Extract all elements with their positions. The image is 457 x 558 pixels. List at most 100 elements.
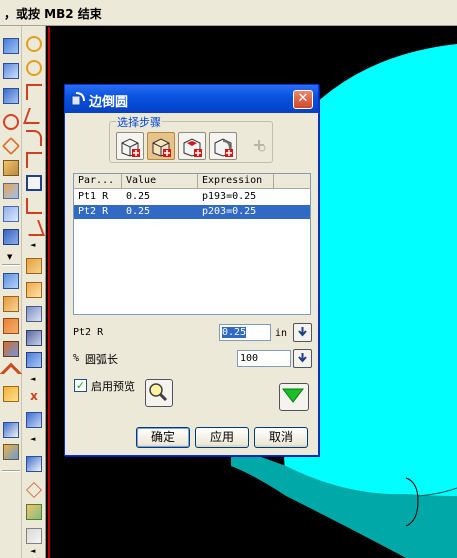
toolbar-expand-icon[interactable]: ▼	[7, 254, 12, 261]
datum-tool-icon[interactable]	[26, 412, 42, 428]
radius-input[interactable]: 0.25	[219, 324, 271, 341]
blend-tool-icon[interactable]	[3, 183, 19, 199]
dialog-title: 边倒圆	[89, 95, 129, 110]
step-stop-short-button[interactable]	[209, 132, 237, 160]
toolbar-separator	[2, 264, 20, 266]
prompt-bar: ，或按 MB2 结束	[0, 0, 457, 26]
preview-checkbox[interactable]: ✓	[74, 379, 87, 392]
fillet-curve-icon[interactable]	[26, 130, 42, 146]
column-header-param[interactable]: Par...	[74, 174, 122, 188]
offset-tool-icon[interactable]	[3, 318, 19, 334]
toolbar-expand-icon[interactable]: ◄	[30, 548, 35, 555]
line-tool-icon[interactable]	[26, 84, 42, 100]
overflow-icon	[254, 140, 266, 152]
close-icon: ✕	[297, 91, 309, 106]
prompt-text: ，或按 MB2 结束	[4, 7, 102, 21]
step-overflow-button	[250, 136, 270, 156]
cell-expression: p203=0.25	[202, 206, 257, 217]
radius-value: 0.25	[222, 327, 247, 338]
close-button[interactable]: ✕	[293, 90, 313, 109]
offset-curve-icon[interactable]	[26, 198, 42, 214]
arc-length-input[interactable]: 100	[237, 350, 291, 367]
rectangle-tool-icon[interactable]	[26, 175, 42, 191]
cell-value: 0.25	[126, 206, 151, 217]
pad-tool-icon[interactable]	[3, 160, 19, 176]
thicken-tool-icon[interactable]	[3, 444, 19, 460]
extrude-tool-icon[interactable]	[3, 206, 19, 222]
arrow-down-icon	[298, 327, 307, 337]
arc-length-options-button[interactable]	[293, 349, 312, 368]
left-toolbar-primary: ▼	[0, 26, 23, 558]
sew-tool-icon[interactable]	[3, 341, 19, 357]
layer-tool-icon[interactable]	[26, 528, 42, 544]
trim-tool-icon[interactable]	[3, 296, 19, 312]
viewport-border	[48, 27, 50, 558]
cancel-button[interactable]: 取消	[254, 427, 308, 448]
arc-tool-icon[interactable]	[26, 60, 42, 76]
cell-value: 0.25	[126, 191, 151, 202]
sweep-tool-icon[interactable]	[3, 229, 19, 245]
column-header-value[interactable]: Value	[122, 174, 198, 188]
cross-point-icon[interactable]: x	[26, 388, 42, 404]
preview-label: 启用预览	[91, 380, 135, 393]
radius-options-button[interactable]	[293, 323, 312, 342]
sheet-tool-icon[interactable]	[3, 63, 19, 79]
edge-blend-dialog: 边倒圆 ✕ 选择步骤 Par... Value Expression Pt1 R…	[64, 84, 319, 456]
toolbar-expand-icon[interactable]: ◄	[30, 376, 35, 383]
chamfer-curve-icon[interactable]	[26, 152, 42, 168]
check-icon: ✓	[75, 379, 86, 392]
bridge-curve-icon[interactable]	[23, 220, 45, 236]
radius-unit: in	[275, 328, 288, 339]
blend-icon	[71, 92, 85, 106]
corner-setback-icon	[183, 138, 202, 157]
mesh-tool-icon[interactable]	[3, 273, 19, 289]
cell-param: Pt2 R	[78, 206, 109, 217]
arc-length-percent: %	[73, 353, 80, 364]
ok-button[interactable]: 确定	[136, 427, 190, 448]
face-tool-icon[interactable]	[26, 352, 42, 368]
spline-tool-icon[interactable]	[23, 108, 45, 124]
analysis-tool-icon[interactable]	[26, 456, 42, 472]
toolbar-expand-icon[interactable]: ◄	[30, 242, 35, 249]
stop-short-icon	[214, 138, 233, 157]
column-header-expression[interactable]: Expression	[198, 174, 274, 188]
wrap-tool-icon[interactable]	[26, 306, 42, 322]
point-tool-icon[interactable]	[1, 136, 21, 156]
surface-tool-icon[interactable]	[3, 38, 19, 54]
apply-button[interactable]: 应用	[195, 427, 249, 448]
magnifier-icon	[149, 383, 168, 402]
intersect-tool-icon[interactable]	[26, 282, 42, 298]
toolbar-separator	[2, 470, 20, 472]
selection-steps-label: 选择步骤	[116, 114, 162, 130]
cell-param: Pt1 R	[78, 191, 109, 202]
preview-button[interactable]	[145, 379, 173, 407]
project-tool-icon[interactable]	[26, 258, 42, 274]
sketch-tool-icon[interactable]	[26, 36, 42, 52]
arrow-down-icon	[298, 353, 307, 363]
chevron-tool-icon[interactable]	[0, 362, 23, 386]
ruled-surface-icon[interactable]	[3, 88, 19, 104]
parameter-table: Par... Value Expression Pt1 R 0.25 p193=…	[73, 173, 311, 315]
diamond-tool-icon[interactable]	[26, 482, 42, 498]
dialog-title-bar[interactable]: 边倒圆 ✕	[65, 85, 318, 113]
column-header-filler	[274, 174, 310, 188]
join-tool-icon[interactable]	[26, 330, 42, 346]
circle-tool-icon[interactable]	[3, 114, 19, 130]
table-row[interactable]: Pt1 R 0.25 p193=0.25	[74, 190, 310, 204]
render-tool-icon[interactable]	[26, 504, 42, 520]
feature-tool-icon[interactable]	[3, 386, 19, 402]
confirm-arrow-button[interactable]	[279, 383, 309, 411]
radius-label: Pt2 R	[73, 327, 104, 338]
variable-radius-icon	[152, 138, 171, 157]
table-header: Par... Value Expression	[74, 174, 310, 189]
step-variable-radius-button[interactable]	[147, 132, 175, 160]
selection-steps-group: 选择步骤	[109, 114, 273, 163]
step-edge-button[interactable]	[116, 132, 144, 160]
toolbar-expand-icon[interactable]: ◄	[30, 436, 35, 443]
table-row-selected[interactable]: Pt2 R 0.25 p203=0.25	[74, 205, 310, 219]
arc-length-label: 圆弧长	[85, 353, 118, 366]
step-corner-setback-button[interactable]	[178, 132, 206, 160]
left-toolbar-secondary: ◄ ◄ x ◄ ◄	[22, 26, 46, 558]
section-tool-icon[interactable]	[3, 422, 19, 438]
cell-expression: p193=0.25	[202, 191, 257, 202]
